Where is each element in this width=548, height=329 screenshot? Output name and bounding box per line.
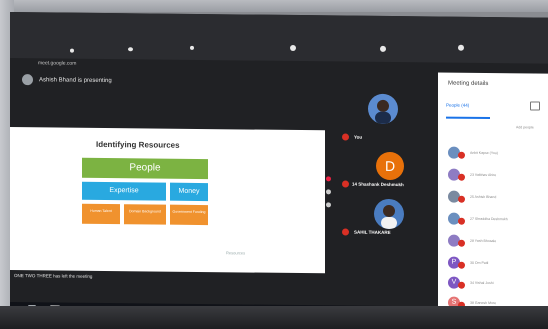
browser-toolbar [10, 12, 548, 64]
shared-slide: Identifying Resources People Expertise M… [10, 127, 325, 274]
slide-block-government-funding: Government Funding [170, 204, 208, 226]
participant-name: 25 Ashish Bhand [470, 194, 497, 200]
tab-dot-icon[interactable] [70, 48, 74, 53]
slide-nav-icon[interactable] [326, 202, 331, 208]
participant-name: 38 Ganesh More [470, 300, 497, 306]
tab-indicator [446, 116, 490, 120]
mic-off-icon [458, 195, 465, 203]
mic-off-icon [458, 173, 465, 181]
participant-name: 27 Shraddha Deshmukh [470, 216, 508, 222]
slide-block-domain-background: Domain Background [124, 204, 166, 225]
slide-title: Identifying Resources [96, 139, 180, 150]
participant-row[interactable]: 23 Vaibhav Ahire [448, 168, 548, 184]
tab-dot-icon[interactable] [290, 44, 296, 51]
participant-name: Ankit Kapse (You) [470, 150, 498, 156]
slide-nav-icon[interactable] [326, 176, 331, 182]
panel-title: Meeting details [448, 80, 489, 88]
participant-row[interactable]: 28 Yash Bhosale [448, 234, 548, 250]
slide-block-expertise: Expertise [82, 181, 166, 201]
tile-avatar-you [368, 93, 398, 125]
mic-off-icon [458, 281, 465, 289]
monitor-bezel-top [0, 0, 548, 12]
participant-row[interactable]: 25 Ashish Bhand [448, 190, 548, 206]
mic-off-icon [458, 217, 465, 225]
tab-dot-icon[interactable] [128, 47, 133, 52]
participant-row[interactable]: V 34 Vishal Joshi [448, 276, 548, 292]
participant-row[interactable]: 27 Shraddha Deshmukh [448, 212, 548, 228]
participant-row[interactable]: P 30 Om Patil [448, 256, 548, 272]
participant-name: 30 Om Patil [470, 260, 489, 266]
slide-footer: Resources [226, 250, 246, 256]
presenter-avatar [22, 74, 33, 86]
mic-off-icon [342, 180, 349, 188]
tile-avatar-sahil [374, 198, 404, 230]
monitor-screen: meet.google.com Ashish Bhand is presenti… [10, 12, 548, 316]
slide-nav-icon[interactable] [326, 189, 331, 195]
address-bar-url[interactable]: meet.google.com [38, 60, 76, 66]
tile-label-you: You [354, 134, 363, 140]
add-people-link[interactable]: Add people [516, 125, 534, 129]
slide-block-money: Money [170, 182, 208, 202]
tab-people[interactable]: People (44) [446, 103, 469, 108]
mic-off-icon [342, 133, 349, 141]
slide-block-people: People [82, 157, 208, 180]
meeting-notification: ONE TWO THREE has left the meeting [14, 273, 93, 279]
tab-dot-icon[interactable] [380, 45, 386, 52]
tile-label-shashank: 14 Shashank Deshmukh [352, 181, 404, 188]
chat-icon[interactable] [530, 101, 540, 111]
presenting-banner: Ashish Bhand is presenting [22, 74, 112, 86]
participant-row[interactable]: Ankit Kapse (You) [448, 146, 548, 162]
mic-off-icon [458, 261, 465, 269]
tile-label-sahil: SAHIL THAKARE [354, 229, 391, 235]
participant-name: 28 Yash Bhosale [470, 238, 497, 244]
tab-dot-icon[interactable] [190, 45, 194, 50]
presenter-text: Ashish Bhand is presenting [39, 76, 112, 84]
participant-name: 34 Vishal Joshi [470, 280, 494, 286]
tab-dot-icon[interactable] [458, 44, 464, 51]
desk-edge [0, 306, 548, 329]
slide-block-human-talent: Human Talent [82, 203, 120, 225]
mic-off-icon [458, 151, 465, 159]
participant-name: 23 Vaibhav Ahire [470, 172, 497, 178]
tile-avatar-shashank: D [376, 151, 404, 181]
mic-off-icon [342, 228, 349, 236]
meeting-details-panel: Meeting details People (44) Add people A… [438, 72, 548, 314]
mic-off-icon [458, 239, 465, 247]
